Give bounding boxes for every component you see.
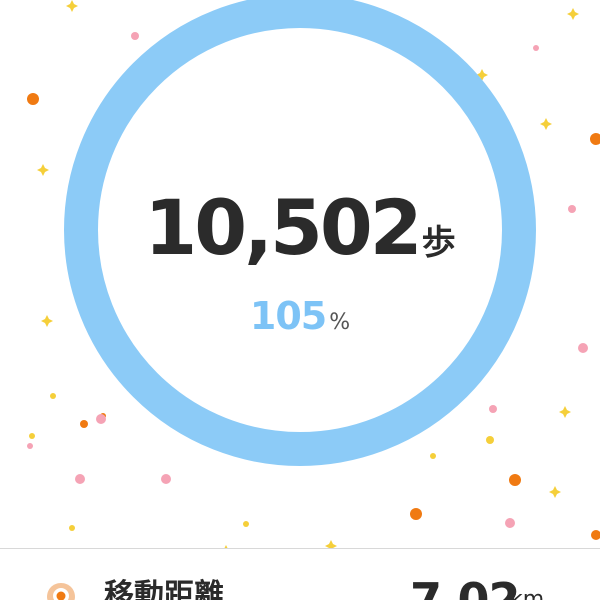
distance-unit: km bbox=[510, 587, 545, 600]
step-counter-screen: 10,502歩 105% 移動距離 7.02 km bbox=[0, 0, 600, 600]
goal-percentage-unit: % bbox=[329, 310, 351, 335]
confetti-dot bbox=[509, 474, 521, 486]
confetti-dot bbox=[27, 93, 39, 105]
step-count-display: 10,502歩 bbox=[0, 190, 600, 266]
step-count-unit: 歩 bbox=[421, 223, 456, 263]
distance-value: 7.02 bbox=[410, 573, 520, 600]
sparkle bbox=[540, 118, 552, 130]
confetti-dot bbox=[590, 133, 600, 145]
confetti-dot bbox=[69, 525, 75, 531]
confetti-dot bbox=[75, 474, 85, 484]
distance-row[interactable]: 移動距離 7.02 km bbox=[0, 549, 600, 600]
sparkle bbox=[549, 486, 561, 498]
confetti-dot bbox=[410, 508, 422, 520]
confetti-dot bbox=[27, 443, 33, 449]
confetti-dot bbox=[505, 518, 515, 528]
goal-percentage-value: 105 bbox=[249, 294, 327, 338]
confetti-dot bbox=[578, 343, 588, 353]
confetti-dot bbox=[50, 393, 56, 399]
location-pin-icon bbox=[47, 583, 75, 600]
step-count-value: 10,502 bbox=[144, 183, 422, 272]
confetti-dot bbox=[29, 433, 35, 439]
sparkle bbox=[37, 164, 49, 176]
goal-percentage-display: 105% bbox=[0, 297, 600, 335]
confetti-dot bbox=[591, 530, 600, 540]
confetti-dot bbox=[161, 474, 171, 484]
sparkle bbox=[559, 406, 571, 418]
distance-label: 移動距離 bbox=[104, 578, 224, 600]
sparkle bbox=[567, 8, 579, 20]
confetti-dot bbox=[243, 521, 249, 527]
